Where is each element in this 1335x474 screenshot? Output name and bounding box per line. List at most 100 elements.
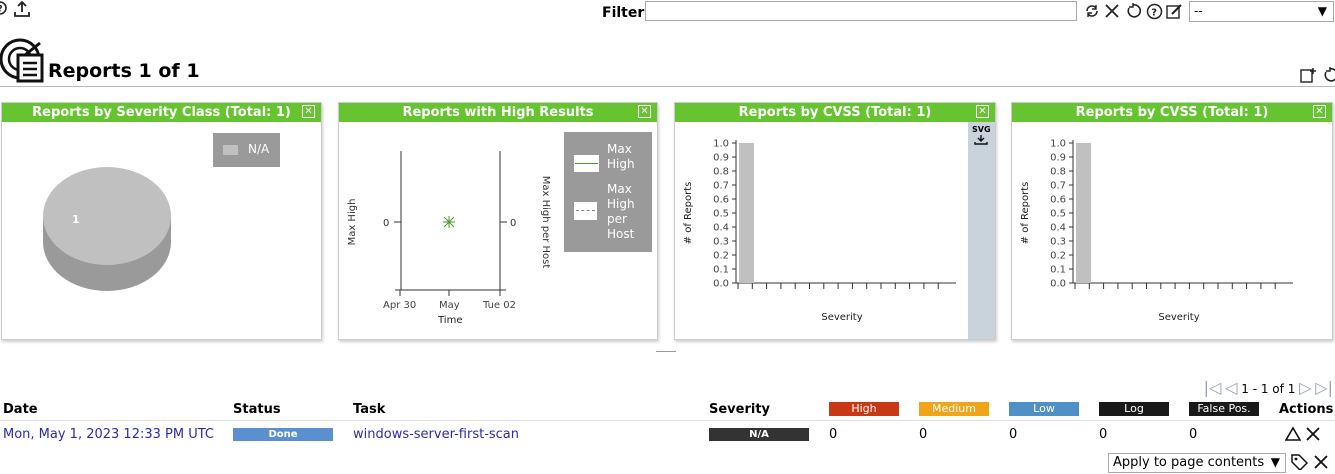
edit-filter-icon[interactable] bbox=[1166, 3, 1183, 24]
y2-axis-label: Max High per Host bbox=[540, 176, 551, 269]
bulk-delete-icon[interactable] bbox=[1313, 454, 1329, 474]
column-header-severity[interactable]: Severity bbox=[709, 402, 770, 417]
page-title: Reports 1 of 1 bbox=[48, 60, 200, 82]
refresh-icon[interactable] bbox=[1084, 3, 1100, 23]
reset-dashboard-icon[interactable] bbox=[1322, 67, 1335, 87]
close-icon[interactable]: ✕ bbox=[638, 105, 651, 118]
panel-header[interactable]: Reports by Severity Class (Total: 1) ✕ bbox=[2, 103, 321, 122]
column-header-false-positive[interactable]: False Pos. bbox=[1189, 402, 1259, 416]
column-header-task[interactable]: Task bbox=[353, 402, 385, 417]
column-header-actions: Actions bbox=[1279, 402, 1334, 417]
chevron-down-icon: ▼ bbox=[1317, 4, 1327, 18]
y-tick-label: 0.2 bbox=[713, 251, 729, 262]
filter-label: Filter bbox=[602, 5, 645, 21]
low-count: 0 bbox=[1009, 427, 1018, 442]
column-header-medium[interactable]: Medium bbox=[919, 402, 989, 416]
cvss-bar-chart: 0.0 0.1 0.2 0.3 0.4 0.5 0.6 0.7 0.8 0.9 1.0 Severit… bbox=[1020, 139, 1293, 323]
y-tick-label: 1.0 bbox=[1050, 139, 1066, 150]
y-tick-label: 0.7 bbox=[1050, 181, 1066, 192]
upload-icon[interactable] bbox=[13, 0, 31, 22]
column-header-status[interactable]: Status bbox=[233, 402, 281, 417]
column-header-log[interactable]: Log bbox=[1099, 402, 1169, 416]
y-tick-label: 0.7 bbox=[713, 181, 729, 192]
resize-handle[interactable] bbox=[656, 351, 676, 352]
panel-title: Reports by CVSS (Total: 1) bbox=[738, 105, 932, 120]
report-date-link[interactable]: Mon, May 1, 2023 12:33 PM UTC bbox=[3, 427, 214, 442]
pie-slice-label: 1 bbox=[72, 213, 80, 226]
x-axis-label: Severity bbox=[1158, 312, 1199, 323]
tag-icon[interactable] bbox=[1291, 454, 1309, 474]
pagination: |◁ ◁ 1 - 1 of 1 ▷ ▷| bbox=[1204, 378, 1333, 397]
last-page-icon[interactable]: ▷| bbox=[1315, 378, 1333, 397]
y-tick-label: 0.1 bbox=[713, 265, 729, 276]
svg-download-strip: SVG bbox=[968, 122, 995, 339]
y-tick-label: 0.2 bbox=[1050, 251, 1066, 262]
svg-download-button[interactable]: SVG bbox=[972, 125, 991, 134]
new-dashboard-display-icon[interactable] bbox=[1300, 67, 1316, 87]
chevron-down-icon: ▼ bbox=[1270, 455, 1280, 469]
legend-swatch-dashed bbox=[574, 202, 597, 220]
panel-title: Reports by Severity Class (Total: 1) bbox=[32, 105, 291, 120]
pie-slice-na[interactable] bbox=[43, 167, 171, 265]
high-results-panel: Reports with High Results ✕ Max High Max… bbox=[338, 102, 658, 340]
close-icon[interactable]: ✕ bbox=[1313, 105, 1326, 118]
download-icon[interactable] bbox=[973, 134, 989, 149]
medium-count: 0 bbox=[919, 427, 928, 442]
y-tick-label: 0.4 bbox=[1050, 223, 1066, 234]
high-results-legend: Max High Max High per Host bbox=[564, 132, 652, 252]
panel-header[interactable]: Reports by CVSS (Total: 1) ✕ bbox=[1012, 103, 1332, 122]
previous-page-icon[interactable]: ◁ bbox=[1225, 378, 1237, 397]
bulk-action-select[interactable]: Apply to page contents ▼ bbox=[1108, 453, 1286, 473]
y-tick-label: 1.0 bbox=[713, 139, 729, 150]
log-count: 0 bbox=[1099, 427, 1108, 442]
bar bbox=[1076, 143, 1091, 283]
filter-select-value: -- bbox=[1194, 4, 1203, 18]
y-axis-label: # of Reports bbox=[1020, 182, 1031, 245]
filter-help-icon[interactable]: ? bbox=[1146, 3, 1163, 24]
cvss-panel: Reports by CVSS (Total: 1) ✕ 0.0 0.1 0.2 0.… bbox=[674, 102, 996, 340]
column-header-date[interactable]: Date bbox=[3, 402, 38, 417]
svg-text:?: ? bbox=[1151, 8, 1157, 19]
panel-title: Reports with High Results bbox=[402, 105, 594, 120]
panel-header[interactable]: Reports by CVSS (Total: 1) ✕ bbox=[675, 103, 995, 122]
panel-title: Reports by CVSS (Total: 1) bbox=[1075, 105, 1269, 120]
filter-input[interactable] bbox=[645, 1, 1077, 21]
cvss-bar-chart: 0.0 0.1 0.2 0.3 0.4 0.5 0.6 0.7 0.8 0.9 1.0 Severit… bbox=[683, 139, 956, 323]
y-tick-label: 0.5 bbox=[713, 209, 729, 220]
first-page-icon[interactable]: |◁ bbox=[1204, 378, 1222, 397]
y-axis-label: Max High bbox=[347, 199, 358, 246]
high-count: 0 bbox=[829, 427, 838, 442]
y-tick-label: 0.3 bbox=[713, 237, 729, 248]
y-tick-label: 0.9 bbox=[1050, 153, 1066, 164]
y-tick-label: 0 bbox=[383, 218, 389, 229]
help-icon[interactable]: ? bbox=[0, 0, 10, 20]
y-tick-label: 0.4 bbox=[713, 223, 729, 234]
y-tick-label: 0.9 bbox=[713, 153, 729, 164]
close-icon[interactable]: ✕ bbox=[976, 105, 989, 118]
clear-filter-icon[interactable] bbox=[1104, 3, 1120, 23]
reset-filter-icon[interactable] bbox=[1125, 3, 1142, 23]
legend-label: Max High per Host bbox=[607, 182, 635, 241]
bulk-action-value: Apply to page contents bbox=[1113, 455, 1265, 470]
task-link[interactable]: windows-server-first-scan bbox=[353, 427, 519, 442]
next-page-icon[interactable]: ▷ bbox=[1299, 378, 1311, 397]
pagination-text: 1 - 1 of 1 bbox=[1241, 382, 1296, 396]
delta-compare-icon[interactable] bbox=[1284, 426, 1302, 446]
severity-legend: N/A bbox=[213, 133, 280, 167]
close-icon[interactable]: ✕ bbox=[302, 105, 315, 118]
y-tick-label: 0.1 bbox=[1050, 265, 1066, 276]
y-tick-label: 0.6 bbox=[713, 195, 729, 206]
legend-swatch bbox=[223, 145, 238, 155]
x-axis-label: Severity bbox=[821, 312, 862, 323]
title-divider bbox=[0, 86, 1335, 87]
false-positive-count: 0 bbox=[1189, 427, 1198, 442]
delete-icon[interactable] bbox=[1305, 426, 1321, 446]
bar bbox=[739, 143, 754, 283]
max-high-data-point[interactable] bbox=[443, 216, 455, 228]
column-header-high[interactable]: High bbox=[829, 402, 899, 416]
y-tick-label: 0.0 bbox=[713, 279, 729, 290]
column-header-low[interactable]: Low bbox=[1009, 402, 1079, 416]
panel-header[interactable]: Reports with High Results ✕ bbox=[339, 103, 657, 122]
x-tick-label: Apr 30 bbox=[383, 300, 416, 311]
filter-select[interactable]: -- ▼ bbox=[1189, 1, 1334, 22]
